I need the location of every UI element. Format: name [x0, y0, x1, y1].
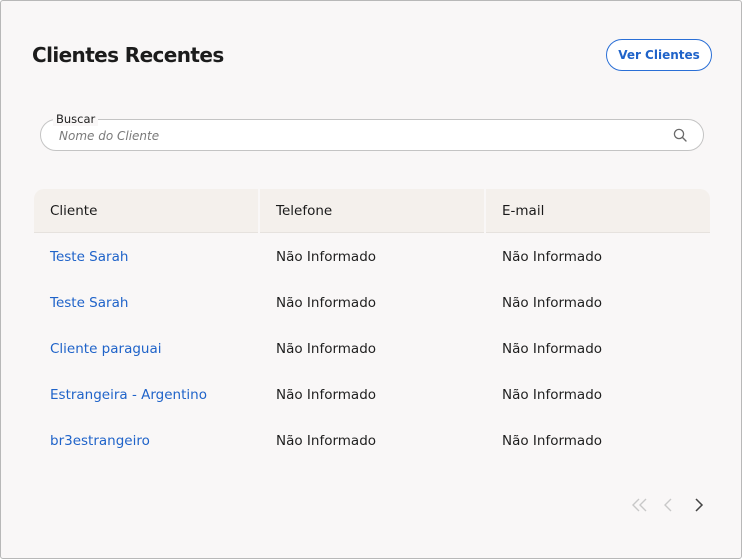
client-email: Não Informado	[502, 387, 603, 403]
client-name-link[interactable]: Cliente paraguai	[34, 341, 260, 357]
table-row: Estrangeira - Argentino Não Informado Nã…	[34, 372, 710, 418]
column-header-telefone: Telefone	[260, 189, 484, 233]
previous-page-button[interactable]	[658, 494, 678, 516]
table-row: Cliente paraguai Não Informado Não Infor…	[34, 326, 710, 372]
chevron-left-icon	[664, 498, 672, 512]
client-name-link[interactable]: Teste Sarah	[34, 249, 260, 265]
client-email: Não Informado	[502, 433, 603, 449]
client-phone: Não Informado	[276, 341, 377, 357]
next-page-button[interactable]	[689, 494, 709, 516]
client-phone: Não Informado	[276, 249, 377, 265]
client-phone: Não Informado	[276, 295, 377, 311]
search-input[interactable]	[59, 126, 659, 146]
column-header-cliente: Cliente	[34, 189, 258, 233]
search-icon[interactable]	[673, 128, 687, 142]
search-label: Buscar	[53, 112, 99, 126]
table-row: br3estrangeiro Não Informado Não Informa…	[34, 418, 710, 464]
table-row: Teste Sarah Não Informado Não Informado	[34, 234, 710, 280]
client-name-link[interactable]: Teste Sarah	[34, 295, 260, 311]
recent-clients-card: Clientes Recentes Ver Clientes Buscar Cl…	[0, 0, 742, 559]
client-email: Não Informado	[502, 341, 603, 357]
clients-table: Cliente Telefone E-mail Teste Sarah Não …	[34, 189, 710, 464]
client-phone: Não Informado	[276, 387, 377, 403]
client-email: Não Informado	[502, 295, 603, 311]
view-clients-button[interactable]: Ver Clientes	[606, 39, 712, 71]
table-body: Teste Sarah Não Informado Não Informado …	[34, 234, 710, 464]
table-header: Cliente Telefone E-mail	[34, 189, 710, 233]
table-row: Teste Sarah Não Informado Não Informado	[34, 280, 710, 326]
client-phone: Não Informado	[276, 433, 377, 449]
column-header-email: E-mail	[486, 189, 710, 233]
client-name-link[interactable]: Estrangeira - Argentino	[34, 387, 260, 403]
chevron-right-icon	[695, 498, 704, 512]
client-name-link[interactable]: br3estrangeiro	[34, 433, 260, 449]
page-title: Clientes Recentes	[32, 43, 224, 67]
double-chevron-left-icon	[632, 498, 647, 512]
client-email: Não Informado	[502, 249, 603, 265]
first-page-button[interactable]	[629, 494, 651, 516]
search-field[interactable]	[40, 119, 704, 151]
